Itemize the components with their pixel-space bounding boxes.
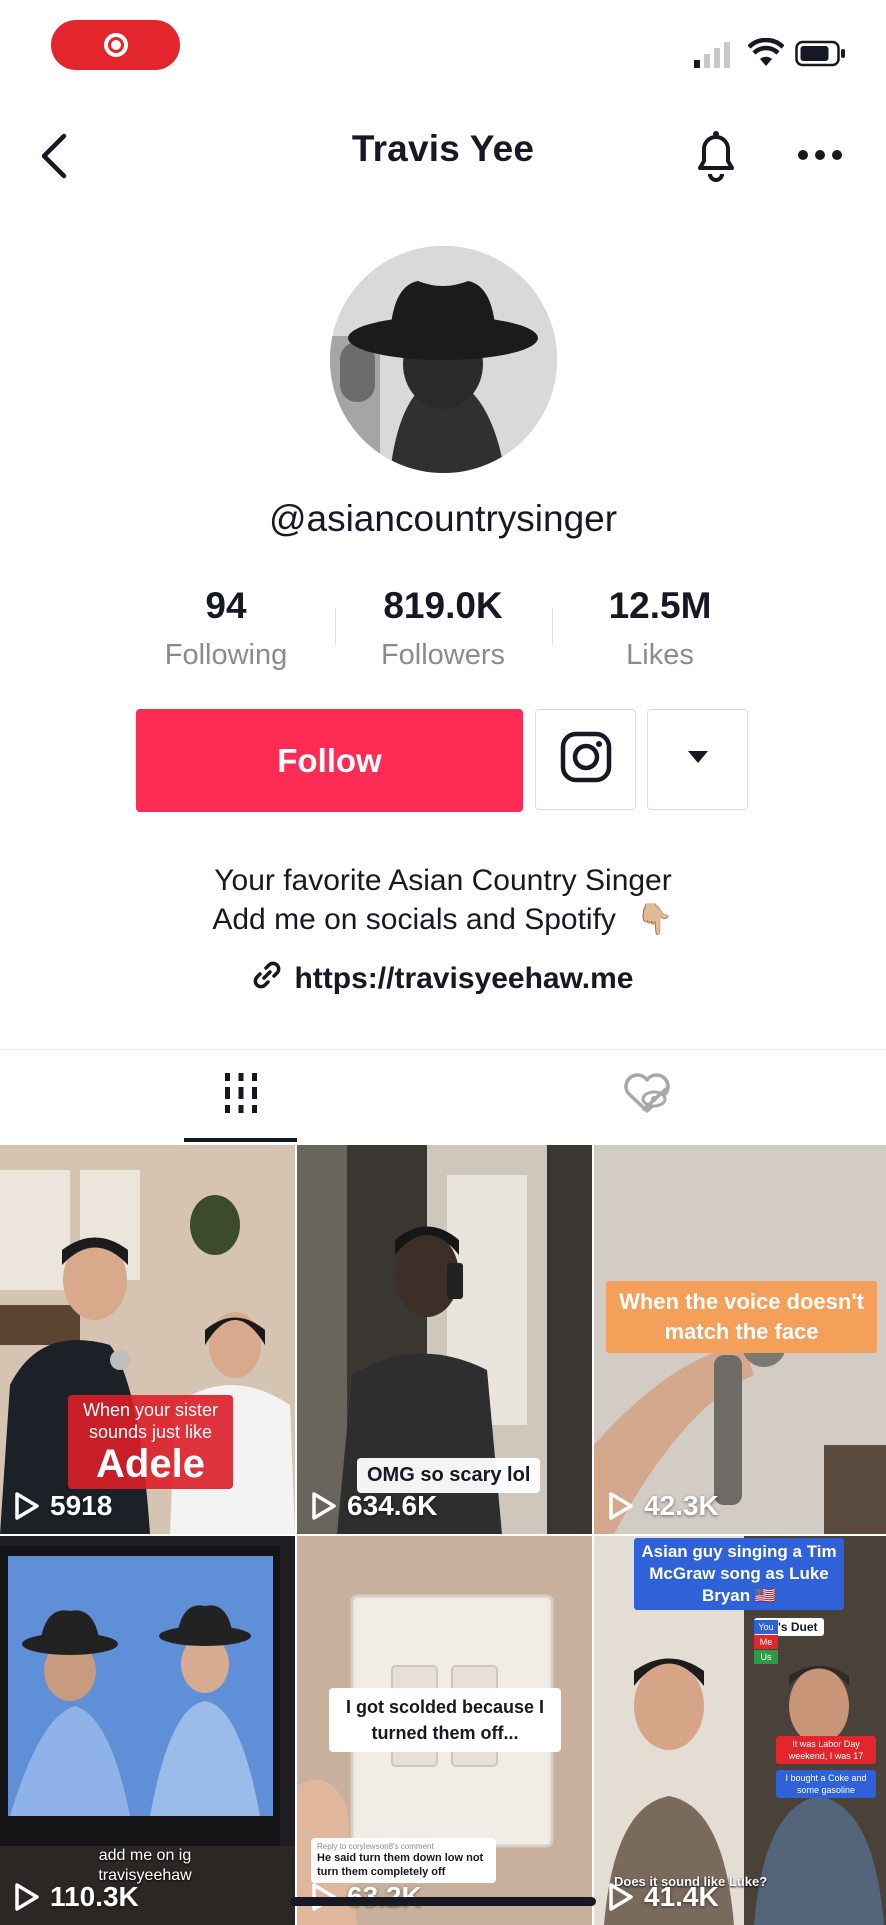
- stat-divider: [335, 608, 336, 646]
- instagram-button[interactable]: [535, 709, 636, 810]
- view-count-text: 41.4K: [644, 1881, 719, 1912]
- video-caption: I got scolded because I turned them off.…: [329, 1688, 561, 1752]
- avatar[interactable]: [330, 246, 557, 473]
- tab-active-indicator: [184, 1138, 297, 1142]
- lyric-bubble: It was Labor Day weekend, I was 17: [776, 1736, 876, 1764]
- view-count: 41.4K: [608, 1881, 719, 1913]
- stat-value: 12.5M: [608, 585, 712, 626]
- video-caption: OMG so scary lol: [357, 1458, 541, 1493]
- caption-big: Adele: [96, 1442, 205, 1486]
- view-count: 5918: [14, 1490, 112, 1522]
- reply-header: Reply to corylewson8's comment: [317, 1842, 434, 1851]
- poll-option: Us: [754, 1650, 778, 1664]
- hidden-heart-icon: [622, 1071, 672, 1120]
- lyric-bubble: I bought a Coke and some gasoline: [776, 1770, 876, 1798]
- stat-followers[interactable]: 819.0K Followers: [343, 585, 543, 672]
- suggested-accounts-button[interactable]: [647, 709, 748, 810]
- video-caption: When the voice doesn't match the face: [606, 1281, 877, 1353]
- stat-likes[interactable]: 12.5M Likes: [560, 585, 760, 672]
- view-count-text: 634.6K: [347, 1490, 438, 1521]
- tab-liked[interactable]: [590, 1050, 703, 1140]
- video-thumbnail[interactable]: When the voice doesn't match the face 42…: [594, 1145, 886, 1534]
- caption-small: When your sister sounds just like: [82, 1400, 219, 1442]
- play-icon: [312, 1492, 336, 1520]
- view-count: 110.3K: [14, 1881, 139, 1913]
- stat-value: 94: [205, 585, 247, 626]
- instagram-icon: [560, 731, 612, 788]
- stat-label: Likes: [626, 639, 694, 671]
- bell-icon[interactable]: [692, 128, 740, 187]
- video-thumbnail[interactable]: Asian guy singing a Tim McGraw song as L…: [594, 1536, 886, 1925]
- play-icon: [609, 1492, 633, 1520]
- signal-icon: [694, 40, 736, 73]
- bio-line-2: Add me on socials and Spotify 👇🏼: [0, 902, 886, 937]
- pointing-down-emoji: 👇🏼: [636, 903, 674, 936]
- tab-videos[interactable]: [184, 1050, 297, 1140]
- link-text: https://travisyeehaw.me: [294, 962, 634, 995]
- battery-icon: [795, 40, 847, 73]
- play-icon: [15, 1492, 39, 1520]
- bio-line-1: Your favorite Asian Country Singer: [214, 864, 672, 897]
- video-caption: When your sister sounds just like Adele: [68, 1395, 233, 1489]
- link-icon: [252, 960, 282, 998]
- play-icon: [609, 1883, 633, 1911]
- view-count: 634.6K: [311, 1490, 437, 1522]
- caret-down-icon: [687, 750, 709, 769]
- bio-text: Add me on socials and Spotify: [212, 903, 616, 936]
- page-title: Travis Yee: [351, 128, 535, 169]
- comment-reply-card: Reply to corylewson8's comment He said t…: [311, 1838, 496, 1883]
- stat-label: Followers: [380, 639, 506, 671]
- wifi-icon: [747, 37, 785, 73]
- video-caption: add me on ig travisyeehaw: [98, 1847, 192, 1884]
- stat-following[interactable]: 94 Following: [126, 585, 326, 672]
- stat-value: 819.0K: [383, 585, 503, 626]
- video-thumbnail[interactable]: When your sister sounds just like Adele …: [0, 1145, 295, 1534]
- more-dots-icon[interactable]: [796, 148, 844, 167]
- video-thumbnail[interactable]: add me on ig travisyeehaw 110.3K: [0, 1536, 295, 1925]
- view-count-text: 42.3K: [644, 1490, 719, 1521]
- video-thumbnail[interactable]: I got scolded because I turned them off.…: [297, 1536, 592, 1925]
- grid-icon: [223, 1072, 259, 1118]
- video-thumbnail[interactable]: OMG so scary lol 634.6K: [297, 1145, 592, 1534]
- video-caption: Asian guy singing a Tim McGraw song as L…: [634, 1538, 844, 1610]
- view-count-text: 5918: [50, 1490, 113, 1521]
- reply-text: He said turn them down low not turn them…: [317, 1852, 484, 1878]
- view-count-text: 110.3K: [50, 1881, 139, 1912]
- play-icon: [15, 1883, 39, 1911]
- screen-recording-indicator[interactable]: [51, 20, 180, 70]
- duet-poll: You Me Us: [754, 1620, 778, 1664]
- poll-option: Me: [754, 1635, 778, 1649]
- tabs-divider: [0, 1049, 886, 1050]
- stat-label: Following: [164, 639, 288, 671]
- profile-handle: @asiancountrysinger: [268, 498, 618, 539]
- stat-divider: [552, 608, 553, 646]
- poll-option: You: [754, 1620, 778, 1634]
- record-icon: [103, 33, 128, 57]
- follow-button[interactable]: Follow: [136, 709, 523, 812]
- view-count: 42.3K: [608, 1490, 719, 1522]
- profile-link[interactable]: https://travisyeehaw.me: [0, 960, 886, 998]
- home-indicator[interactable]: [290, 1897, 596, 1906]
